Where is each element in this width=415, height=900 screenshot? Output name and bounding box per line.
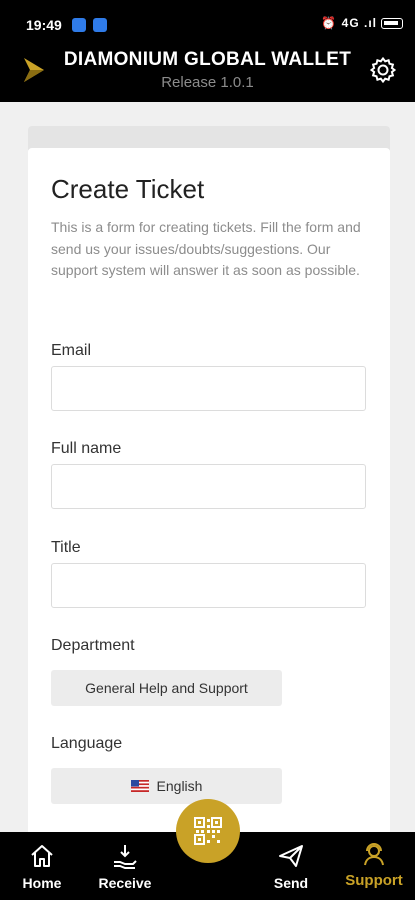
status-indicators-text: ⏰ 4G .ıl [321, 16, 377, 30]
language-select-value: English [156, 778, 203, 794]
qr-code-icon [194, 817, 222, 845]
send-icon [279, 845, 303, 867]
title-field[interactable] [51, 563, 366, 608]
app-notification-icon [93, 18, 107, 32]
email-field[interactable] [51, 366, 366, 411]
home-icon [31, 845, 53, 867]
app-notification-icon [72, 18, 86, 32]
nav-label-receive: Receive [98, 875, 152, 891]
language-label: Language [51, 735, 123, 752]
email-label: Email [51, 342, 92, 359]
title-label: Title [51, 539, 81, 556]
nav-label-support: Support [345, 872, 403, 889]
status-time: 19:49 [26, 17, 62, 33]
nav-item-receive[interactable]: Receive [94, 832, 156, 900]
app-version: Release 1.0.1 [161, 74, 254, 91]
card-header-strip [28, 126, 390, 150]
scan-qr-button[interactable] [176, 799, 240, 863]
top-bar: 19:49 ⏰ 4G .ıl DIAMONIUM GLOBAL WALLET R… [0, 0, 415, 102]
status-indicators: ⏰ 4G .ıl [321, 16, 403, 30]
department-label: Department [51, 637, 135, 654]
department-select[interactable]: General Help and Support [51, 670, 282, 706]
support-icon [364, 843, 384, 866]
language-select[interactable]: English [51, 768, 282, 804]
receive-icon [114, 845, 137, 869]
nav-item-send[interactable]: Send [262, 832, 320, 900]
nav-label-home: Home [22, 875, 62, 891]
nav-item-home[interactable]: Home [12, 832, 72, 900]
us-flag-icon [130, 780, 149, 792]
nav-label-send: Send [273, 875, 309, 891]
create-ticket-card: Create Ticket This is a form for creatin… [28, 148, 390, 848]
battery-icon [381, 18, 403, 30]
nav-item-support[interactable]: Support [338, 832, 410, 900]
gear-icon[interactable] [369, 56, 397, 84]
department-select-value: General Help and Support [85, 680, 248, 696]
full-name-label: Full name [51, 440, 122, 457]
page-title: Create Ticket [51, 174, 205, 204]
full-name-field[interactable] [51, 464, 366, 509]
form-description: This is a form for creating tickets. Fil… [51, 219, 361, 278]
app-title: DIAMONIUM GLOBAL WALLET [63, 49, 352, 70]
